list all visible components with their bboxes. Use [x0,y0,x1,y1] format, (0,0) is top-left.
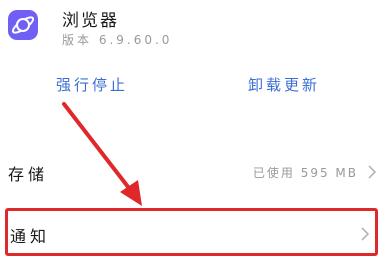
uninstall-update-button[interactable]: 卸载更新 [248,74,320,95]
app-info-screen: 浏览器 版本 6.9.60.0 强行停止 卸载更新 存储 已使用 595 MB … [0,0,388,271]
storage-label: 存储 [8,165,49,184]
planet-icon [11,16,35,34]
app-icon [8,10,38,40]
chevron-right-icon [361,227,370,241]
app-header: 浏览器 版本 6.9.60.0 [0,0,388,56]
settings-row-notification[interactable]: 通知 [5,208,378,256]
force-stop-button[interactable]: 强行停止 [56,74,128,95]
chevron-right-icon [368,165,377,179]
settings-row-storage[interactable]: 存储 已使用 595 MB [0,152,388,190]
app-version: 版本 6.9.60.0 [62,33,173,47]
storage-value: 已使用 595 MB [252,166,358,180]
app-name: 浏览器 [62,11,119,31]
notification-label: 通知 [10,227,51,246]
